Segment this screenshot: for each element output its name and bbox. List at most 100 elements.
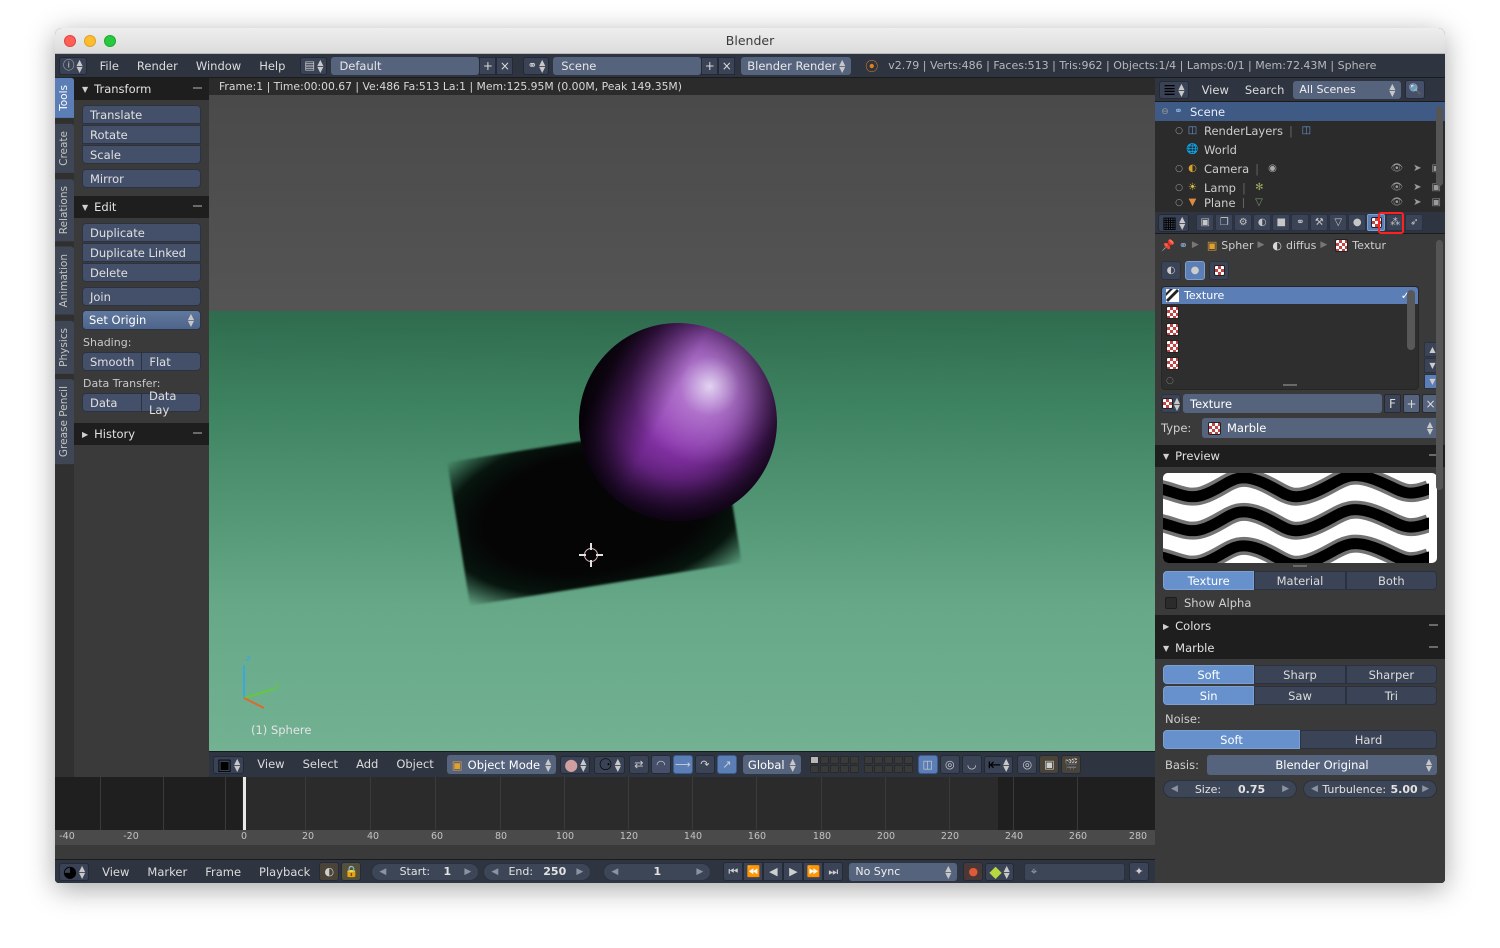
transform-orientation-selector[interactable]: Global ▲ ▼ [742, 755, 801, 774]
properties-tab-physics[interactable]: ➶ [1405, 214, 1424, 231]
editor-type-selector-3dview[interactable]: ▣ ▲ ▼ [213, 755, 245, 774]
toolshelf-tab-physics[interactable]: Physics [55, 320, 74, 374]
browse-texture-button[interactable]: ▲ ▼ [1161, 394, 1181, 413]
data-transfer-layout-button[interactable]: Data Lay [141, 389, 201, 417]
lock-to-scene-toggle[interactable]: ◫ [917, 755, 938, 774]
translate-button[interactable]: Translate [82, 105, 201, 124]
properties-tab-world[interactable]: ◐ [1253, 214, 1272, 231]
properties-tab-render[interactable]: ▣ [1196, 214, 1215, 231]
noise-type-buttons[interactable]: Soft Hard [1163, 730, 1437, 749]
marble-sharpness-sharp[interactable]: Sharp [1254, 665, 1346, 684]
use-preview-range-toggle[interactable]: ◐ [319, 862, 340, 881]
world-texture-context-button[interactable]: ◐ [1161, 261, 1181, 280]
keying-set-selector[interactable]: ◆ ▲ ▼ [985, 862, 1014, 881]
proportional-edit-toggle[interactable]: ◎ [939, 755, 960, 774]
layer-group-2[interactable] [863, 756, 913, 773]
outliner-row-lamp[interactable]: ○ ☀ Lamp | ✻ 👁 ➤ ▣ [1155, 178, 1445, 197]
viewport-menu-select[interactable]: Select [294, 755, 347, 774]
outliner-toggles-lamp[interactable]: 👁 ➤ ▣ [1390, 182, 1441, 193]
timeline-playhead[interactable] [243, 777, 246, 830]
marble-sharpness-soft[interactable]: Soft [1163, 665, 1255, 684]
editor-type-selector-timeline[interactable]: ◕ ▲ ▼ [59, 862, 90, 881]
properties-tab-material[interactable]: ● [1348, 214, 1367, 231]
viewport-menu-add[interactable]: Add [347, 755, 387, 774]
keying-set-insert-button[interactable]: ✦ [1129, 862, 1149, 881]
show-alpha-row[interactable]: Show Alpha [1155, 590, 1445, 612]
marble-wave-buttons[interactable]: Sin Saw Tri [1163, 686, 1437, 705]
list-resize-grip-icon[interactable] [1283, 384, 1297, 386]
viewport-menu-view[interactable]: View [248, 755, 293, 774]
playback-controls[interactable]: ⏮ ⏪ ◀ ▶ ⏩ ⏭ [723, 862, 844, 881]
add-screen-layout-button[interactable]: + [479, 56, 497, 75]
render-animation-button[interactable]: 🎬 [1061, 755, 1082, 774]
properties-tab-modifiers[interactable]: ⚒ [1310, 214, 1329, 231]
outliner-editor[interactable]: ≣ ▲ ▼ View Search All Scenes ▲ ▼ 🔍 ⊖ ⚭ S… [1155, 78, 1445, 212]
properties-tab-texture[interactable] [1367, 214, 1386, 231]
panel-header-transform[interactable]: ▼ Transform [74, 78, 209, 100]
marble-numeric-row[interactable]: ◀ Size: 0.75 ▶ ◀ Turbulence: 5.00 ▶ [1155, 775, 1445, 798]
start-frame-field[interactable]: ◀ Start: 1 ▶ [371, 862, 480, 881]
pin-icon[interactable]: 📌 [1161, 239, 1175, 252]
properties-tab-data[interactable]: ▽ [1329, 214, 1348, 231]
show-alpha-checkbox[interactable] [1165, 597, 1177, 609]
breadcrumb-object-label[interactable]: Spher [1221, 239, 1253, 252]
editor-type-selector-outliner[interactable]: ≣ ▲ ▼ [1159, 80, 1189, 99]
restrict-select-icon[interactable]: ➤ [1413, 163, 1421, 174]
current-frame-field[interactable]: ◀ 1 ▶ [603, 862, 712, 881]
timeline-menu-marker[interactable]: Marker [138, 863, 196, 881]
outliner-filter-icon[interactable]: 🔍 [1405, 80, 1426, 99]
manipulator-toggle[interactable]: ◠ [650, 755, 671, 774]
toolshelf-tab-animation[interactable]: Animation [55, 247, 74, 315]
menu-help[interactable]: Help [250, 54, 294, 78]
auto-keyframe-toggle[interactable]: ● [963, 862, 984, 881]
lock-time-toggle[interactable]: 🔒 [341, 862, 362, 881]
sphere-object[interactable] [579, 323, 777, 521]
panel-header-edit[interactable]: ▼ Edit [74, 196, 209, 218]
timeline-menu-view[interactable]: View [93, 863, 138, 881]
rotate-manipulator-button[interactable]: ↷ [694, 755, 715, 774]
outliner-tree[interactable]: ⊖ ⚭ Scene ○ ◫ RenderLayers | ◫ 🌐 World ○… [1155, 102, 1445, 208]
texture-slot-row[interactable] [1162, 321, 1418, 338]
timeline-menu-frame[interactable]: Frame [196, 863, 250, 881]
shade-flat-button[interactable]: Flat [141, 352, 201, 371]
render-engine-selector[interactable]: Blender Render ▲ ▼ [741, 56, 852, 75]
pivot-point-selector[interactable]: ⚆ ▲ ▼ [594, 755, 625, 774]
marble-wave-sin[interactable]: Sin [1163, 686, 1255, 705]
menu-window[interactable]: Window [187, 54, 250, 78]
snap-target-selector[interactable]: ◎ [1017, 755, 1038, 774]
outliner-toggles-camera[interactable]: 👁 ➤ ▣ [1390, 163, 1441, 174]
previous-keyframe-button[interactable]: ⏪ [743, 862, 764, 881]
expand-toggle-icon[interactable]: ○ [1173, 164, 1185, 174]
panel-header-history[interactable]: ▶ History [74, 423, 209, 445]
preview-mode-material[interactable]: Material [1254, 571, 1346, 590]
properties-tab-bar[interactable]: ▦ ▲ ▼ ▣ ❐ ⚙ ◐ ■ ⚭ ⚒ ▽ ● ⁂ ➶ [1155, 212, 1445, 234]
scene-icon-box[interactable]: ⚭ ▲ ▼ [523, 56, 550, 75]
restrict-render-icon[interactable]: ▣ [1432, 197, 1441, 208]
viewport-menu-object[interactable]: Object [387, 755, 442, 774]
new-texture-button[interactable]: + [1403, 394, 1420, 413]
delete-screen-layout-button[interactable]: × [496, 56, 514, 75]
mirror-button[interactable]: Mirror [82, 169, 201, 188]
screen-layout-icon-box[interactable]: ▤ ▲ ▼ [300, 56, 328, 75]
editor-type-selector-properties[interactable]: ▦ ▲ ▼ [1158, 213, 1190, 232]
section-header-preview[interactable]: ▼ Preview [1155, 445, 1445, 467]
material-texture-context-button[interactable]: ● [1185, 261, 1205, 280]
interaction-mode-selector[interactable]: ▣ Object Mode ▲ ▼ [446, 755, 557, 774]
snap-element-selector[interactable]: ⇤ ▲ ▼ [983, 755, 1014, 774]
noise-type-hard[interactable]: Hard [1300, 730, 1437, 749]
properties-tab-renderlayers[interactable]: ❐ [1215, 214, 1234, 231]
outliner-row-scene[interactable]: ⊖ ⚭ Scene [1155, 102, 1445, 121]
noise-size-field[interactable]: ◀ Size: 0.75 ▶ [1163, 780, 1297, 798]
scene-layers-widget[interactable] [809, 756, 913, 773]
texture-slot-row[interactable] [1162, 304, 1418, 321]
texture-slot-row[interactable]: Texture ✓ [1162, 287, 1418, 304]
outliner-row-plane[interactable]: ○ ▼ Plane | ▽ 👁 ➤ ▣ [1155, 197, 1445, 208]
sync-mode-selector[interactable]: No Sync ▲ ▼ [849, 862, 958, 881]
rotate-button[interactable]: Rotate [82, 125, 201, 144]
outliner-scrollbar[interactable] [1436, 106, 1443, 186]
expand-toggle-icon[interactable]: ○ [1173, 198, 1185, 208]
texture-slot-list[interactable]: Texture ✓ ○ [1161, 286, 1419, 390]
section-header-colors[interactable]: ▶ Colors [1155, 615, 1445, 637]
restrict-select-icon[interactable]: ➤ [1413, 182, 1421, 193]
noise-basis-row[interactable]: Basis: Blender Original ▲ ▼ [1155, 749, 1445, 775]
